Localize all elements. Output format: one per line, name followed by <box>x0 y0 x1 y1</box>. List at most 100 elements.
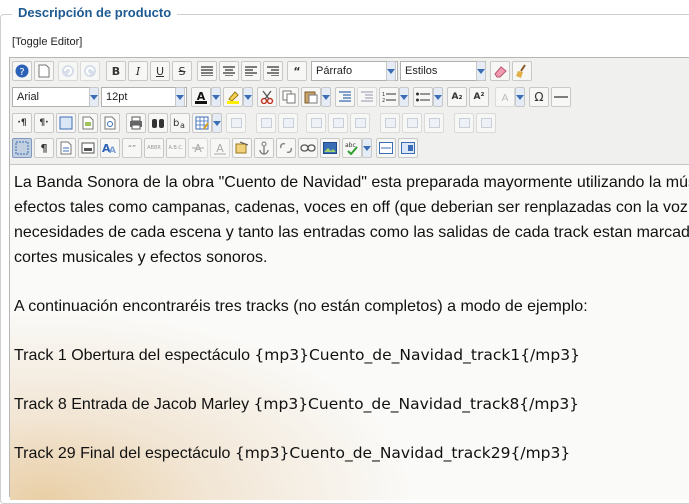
rtl-button[interactable]: ¶· <box>34 113 54 133</box>
format-dropdown-icon[interactable] <box>386 61 396 81</box>
subscript-button[interactable]: A₂ <box>447 87 467 107</box>
align-right-icon[interactable] <box>263 61 283 81</box>
attributes-icon[interactable] <box>232 138 252 158</box>
row-props-icon[interactable] <box>256 113 276 133</box>
delete-table-icon[interactable] <box>226 113 246 133</box>
font-size-value: 12pt <box>106 91 128 103</box>
split-cells-icon[interactable] <box>454 113 474 133</box>
insert-layer-icon[interactable] <box>78 138 98 158</box>
underline-button[interactable]: U <box>150 61 170 81</box>
numbered-list-dropdown-icon[interactable] <box>399 87 409 107</box>
superscript-button[interactable]: A² <box>469 87 489 107</box>
spellcheck-icon[interactable]: abc <box>342 138 362 158</box>
print-icon[interactable] <box>126 113 146 133</box>
help-icon[interactable]: ? <box>12 61 32 81</box>
indent-icon[interactable] <box>335 87 355 107</box>
merge-cells-icon[interactable] <box>476 113 496 133</box>
insert-row-after-icon[interactable] <box>328 113 348 133</box>
justify-full-icon[interactable] <box>197 61 217 81</box>
insert-image-icon[interactable] <box>320 138 340 158</box>
text-color-icon[interactable]: A <box>191 87 211 107</box>
format-select-value: Párrafo <box>316 65 353 77</box>
align-center-icon[interactable] <box>219 61 239 81</box>
svg-text:A: A <box>109 146 116 155</box>
numbered-list-icon[interactable]: 12 <box>379 87 399 107</box>
insert-template-icon[interactable] <box>78 113 98 133</box>
content-intro-line: A continuación encontraréis tres tracks … <box>14 298 588 315</box>
rich-text-editor: ? B I U S “ Párrafo Estilos Arial 12pt A… <box>9 57 689 500</box>
replace-icon[interactable]: ba <box>170 113 190 133</box>
acronym-button[interactable]: A.B.C. <box>166 138 186 158</box>
paste-icon[interactable] <box>301 87 321 107</box>
cell-props-icon[interactable] <box>278 113 298 133</box>
italic-button[interactable]: I <box>128 61 148 81</box>
special-char-button[interactable]: Ω <box>529 87 549 107</box>
highlight-color-icon[interactable] <box>223 87 243 107</box>
anchor-icon[interactable] <box>254 138 274 158</box>
new-document-icon[interactable] <box>34 61 54 81</box>
track-mp3-tag: {mp3}Cuento_de_Navidad_track8{/mp3} <box>253 395 580 413</box>
horizontal-rule-icon[interactable] <box>551 87 571 107</box>
insert-col-after-icon[interactable] <box>402 113 422 133</box>
cut-icon[interactable] <box>257 87 277 107</box>
font-size-dropdown-icon[interactable] <box>175 87 185 107</box>
blockquote-button[interactable]: “ <box>287 61 307 81</box>
insert-page-icon[interactable] <box>56 138 76 158</box>
format-select[interactable]: Párrafo <box>311 61 398 81</box>
bullet-list-icon[interactable] <box>413 87 433 107</box>
editor-content-area[interactable]: La Banda Sonora de la obra "Cuento de Na… <box>10 165 689 500</box>
show-blocks-button[interactable]: ¶ <box>34 138 54 158</box>
outdent-icon[interactable] <box>357 87 377 107</box>
copy-icon[interactable] <box>279 87 299 107</box>
insert-form-icon[interactable] <box>376 138 396 158</box>
bold-button[interactable]: B <box>106 61 126 81</box>
ltr-button[interactable]: ·¶ <box>12 113 32 133</box>
insert-text-icon[interactable]: A <box>210 138 230 158</box>
insert-field-icon[interactable] <box>398 138 418 158</box>
unlink-icon[interactable] <box>276 138 296 158</box>
delete-text-icon[interactable]: A <box>188 138 208 158</box>
font-family-dropdown-icon[interactable] <box>89 87 99 107</box>
delete-col-icon[interactable] <box>424 113 444 133</box>
abbr-button[interactable]: ABBR <box>144 138 164 158</box>
styles-select[interactable]: Estilos <box>400 61 486 81</box>
insert-row-before-icon[interactable] <box>306 113 326 133</box>
track-line: Track 1 Obertura del espectáculo {mp3}Cu… <box>14 343 689 368</box>
toggle-editor-link[interactable]: [Toggle Editor] <box>12 36 82 48</box>
bullet-list-dropdown-icon[interactable] <box>433 87 443 107</box>
undo-icon[interactable] <box>58 61 78 81</box>
visual-aid-icon[interactable] <box>12 138 32 158</box>
fieldset-legend: Descripción de producto <box>12 5 178 20</box>
toolbar-row-4: ¶ AA “” ABBR A.B.C. A A <box>12 138 689 160</box>
style-props-dropdown-icon[interactable] <box>515 87 525 107</box>
spellcheck-dropdown-icon[interactable] <box>362 138 372 158</box>
style-props-icon[interactable]: A <box>495 87 515 107</box>
eraser-icon[interactable] <box>490 61 510 81</box>
editor-toolbar: ? B I U S “ Párrafo Estilos Arial 12pt A… <box>10 58 689 165</box>
link-icon[interactable] <box>298 138 318 158</box>
highlight-dropdown-icon[interactable] <box>243 87 253 107</box>
preview-icon[interactable] <box>100 113 120 133</box>
strikethrough-button[interactable]: S <box>172 61 192 81</box>
insert-col-before-icon[interactable] <box>380 113 400 133</box>
font-family-select[interactable]: Arial <box>12 87 97 107</box>
align-left-icon[interactable] <box>241 61 261 81</box>
cite-button[interactable]: “” <box>122 138 142 158</box>
track-line: Track 8 Entrada de Jacob Marley {mp3}Cue… <box>14 392 689 417</box>
search-binoculars-icon[interactable] <box>148 113 168 133</box>
styles-dropdown-icon[interactable] <box>476 61 486 81</box>
paste-dropdown-icon[interactable] <box>321 87 331 107</box>
redo-icon[interactable] <box>80 61 100 81</box>
text-color-dropdown-icon[interactable] <box>211 87 221 107</box>
cleanup-broom-icon[interactable] <box>512 61 532 81</box>
insert-table-icon[interactable] <box>192 113 212 133</box>
track-mp3-tag: {mp3}Cuento_de_Navidad_track1{/mp3} <box>254 346 580 364</box>
delete-row-icon[interactable] <box>350 113 370 133</box>
svg-text:a: a <box>180 121 185 130</box>
fullscreen-icon[interactable] <box>56 113 76 133</box>
table-dropdown-icon[interactable] <box>212 113 222 133</box>
style-font-icon[interactable]: AA <box>100 138 120 158</box>
